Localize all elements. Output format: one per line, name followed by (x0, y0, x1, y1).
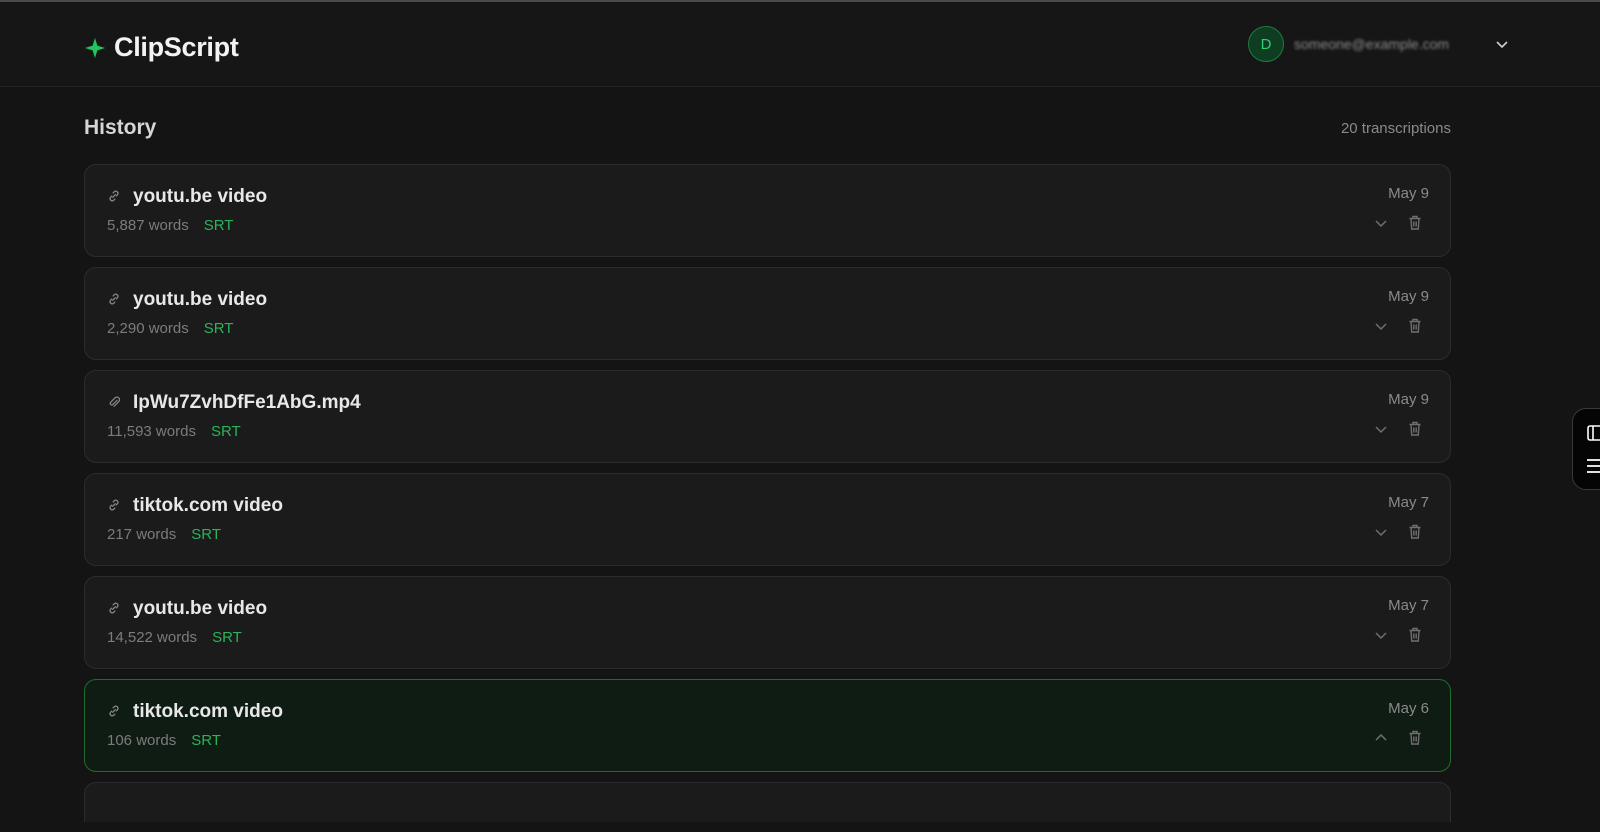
history-item[interactable]: youtu.be video 14,522 words SRT May 7 (84, 576, 1451, 669)
item-title: youtu.be video (133, 186, 268, 207)
item-date: May 7 (1388, 494, 1429, 511)
item-date: May 6 (1388, 700, 1429, 717)
word-count: 106 words (107, 732, 177, 749)
link-icon (107, 498, 121, 512)
chevron-down-icon[interactable] (1373, 421, 1389, 437)
page-title: History (84, 116, 157, 139)
link-icon (107, 292, 121, 306)
app-name: ClipScript (114, 32, 239, 62)
panel-icon[interactable] (1585, 423, 1600, 443)
item-title: youtu.be video (133, 598, 268, 619)
top-bar: ClipScript D someone@example.com (0, 2, 1600, 87)
word-count: 2,290 words (107, 320, 189, 337)
item-date: May 9 (1388, 288, 1429, 305)
item-title: youtu.be video (133, 289, 268, 310)
chevron-down-icon (1494, 36, 1510, 52)
chevron-down-icon[interactable] (1373, 524, 1389, 540)
trash-icon[interactable] (1407, 523, 1423, 540)
format-badge: SRT (191, 526, 221, 543)
chevron-up-icon[interactable] (1373, 730, 1389, 746)
format-badge: SRT (212, 629, 242, 646)
paperclip-icon (107, 395, 121, 409)
item-title: IpWu7ZvhDfFe1AbG.mp4 (133, 392, 361, 413)
history-item[interactable] (84, 782, 1451, 822)
trash-icon[interactable] (1407, 420, 1423, 437)
chevron-down-icon[interactable] (1373, 627, 1389, 643)
link-icon (107, 704, 121, 718)
history-item[interactable]: tiktok.com video 217 words SRT May 7 (84, 473, 1451, 566)
item-title: tiktok.com video (133, 701, 283, 722)
format-badge: SRT (203, 320, 234, 337)
history-item[interactable]: IpWu7ZvhDfFe1AbG.mp4 11,593 words SRT Ma… (84, 370, 1451, 463)
item-title: tiktok.com video (133, 495, 283, 516)
chevron-down-icon[interactable] (1373, 318, 1389, 334)
word-count: 14,522 words (107, 629, 198, 646)
sparkle-icon (84, 37, 106, 59)
transcription-count: 20 transcriptions (1340, 120, 1451, 137)
format-badge: SRT (191, 732, 221, 749)
brand-logo[interactable]: ClipScript (84, 32, 239, 63)
word-count: 5,887 words (107, 217, 189, 234)
item-date: May 9 (1388, 391, 1429, 408)
list-icon[interactable] (1585, 457, 1600, 475)
link-icon (107, 601, 121, 615)
trash-icon[interactable] (1407, 626, 1423, 643)
item-date: May 9 (1388, 185, 1429, 202)
history-item-expanded[interactable]: tiktok.com video 106 words SRT May 6 (84, 679, 1451, 772)
trash-icon[interactable] (1407, 729, 1423, 746)
user-menu[interactable]: D someone@example.com (1248, 26, 1510, 62)
trash-icon[interactable] (1407, 317, 1423, 334)
trash-icon[interactable] (1407, 214, 1423, 231)
history-list: youtu.be video 5,887 words SRT May 9 you… (84, 164, 1451, 832)
user-name: someone@example.com (1294, 36, 1450, 52)
item-date: May 7 (1388, 597, 1429, 614)
avatar: D (1248, 26, 1284, 62)
format-badge: SRT (210, 423, 241, 440)
history-item[interactable]: youtu.be video 5,887 words SRT May 9 (84, 164, 1451, 257)
word-count: 217 words (107, 526, 177, 543)
chevron-down-icon[interactable] (1373, 215, 1389, 231)
history-item[interactable]: youtu.be video 2,290 words SRT May 9 (84, 267, 1451, 360)
link-icon (107, 189, 121, 203)
side-toolbar[interactable] (1572, 408, 1600, 490)
format-badge: SRT (203, 217, 234, 234)
word-count: 11,593 words (107, 423, 196, 440)
